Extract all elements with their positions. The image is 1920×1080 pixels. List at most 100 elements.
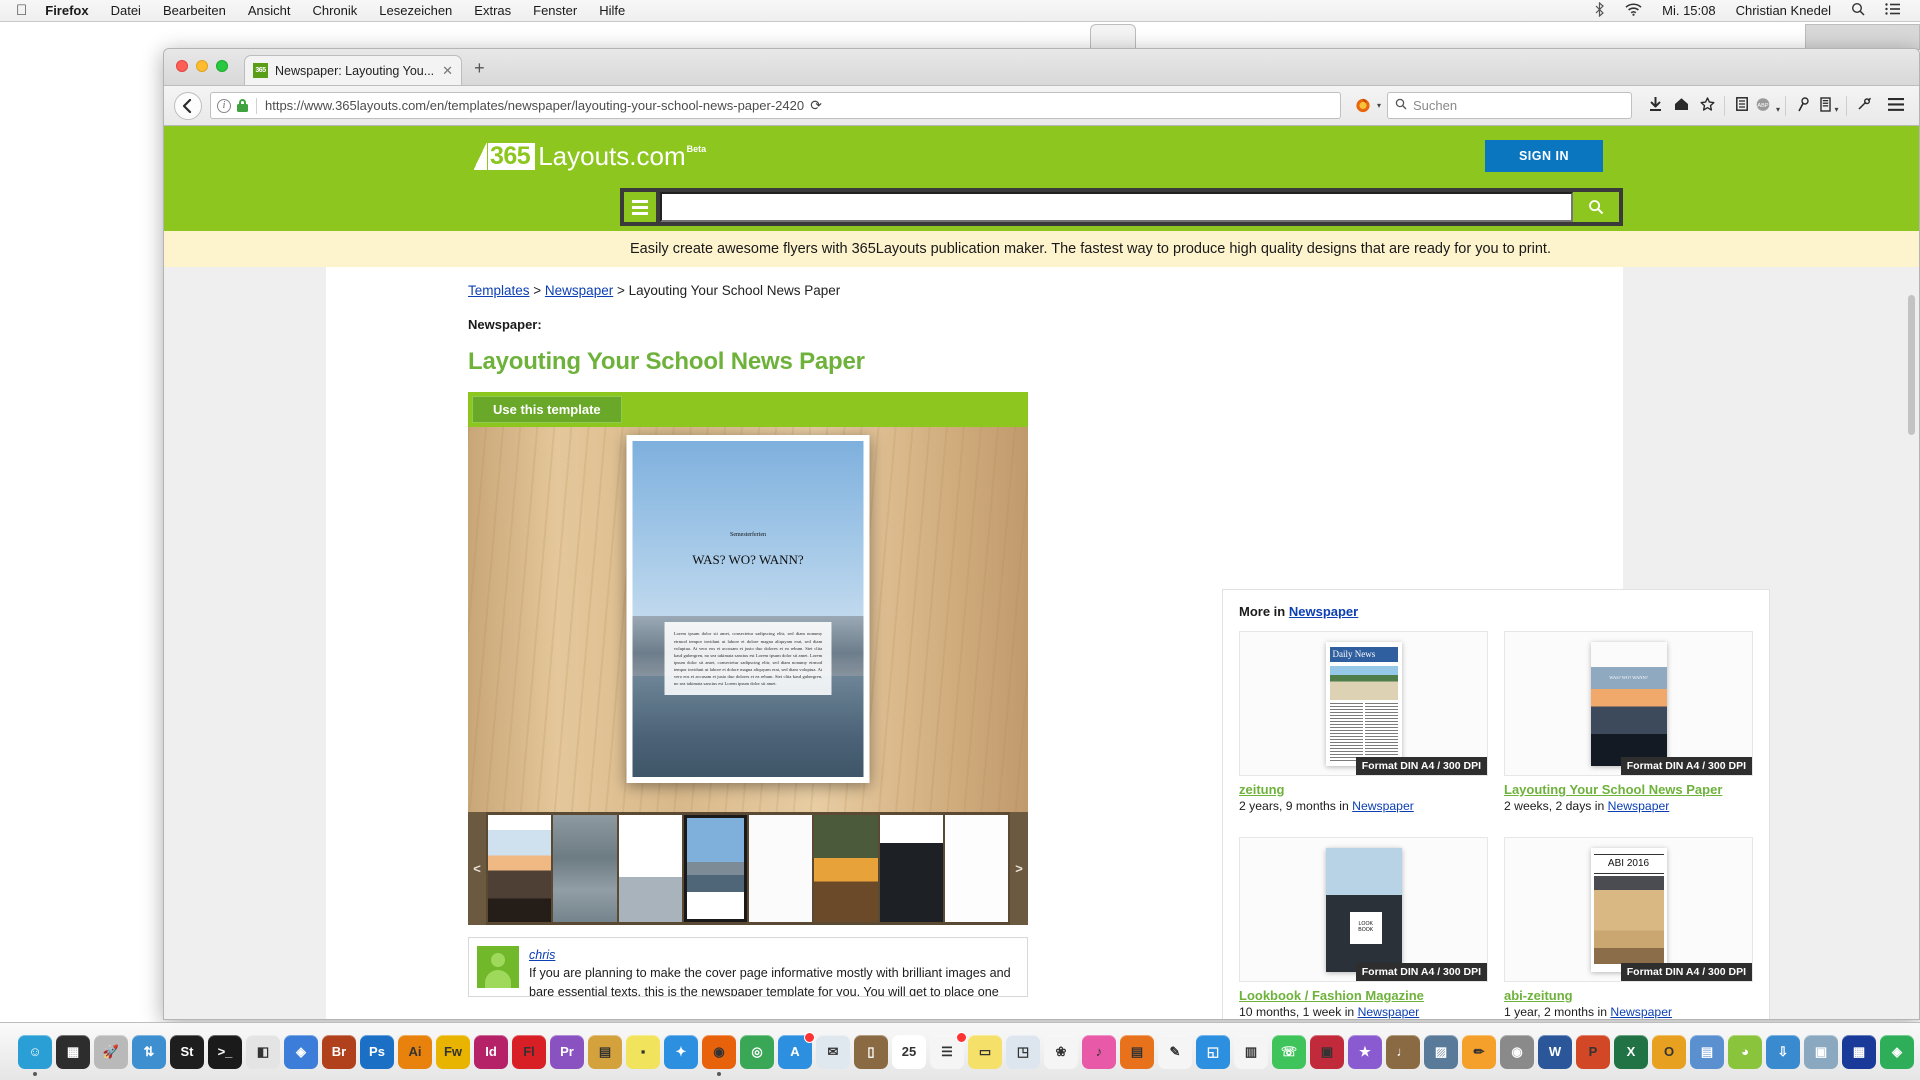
dock-item-adobe-indesign[interactable]: Id <box>474 1034 508 1069</box>
template-card-lookbook[interactable]: LOOK BOOK Format DIN A4 / 300 DPI Lookbo… <box>1239 837 1488 1019</box>
browser-tab[interactable]: 365 Newspaper: Layouting You... ✕ <box>244 55 463 85</box>
carousel-thumb-3[interactable] <box>618 815 682 922</box>
background-window-peek-2[interactable] <box>1805 24 1920 50</box>
menu-datei[interactable]: Datei <box>111 3 141 18</box>
carousel-thumb-8[interactable] <box>944 815 1008 922</box>
breadcrumb-templates-link[interactable]: Templates <box>468 283 530 298</box>
dock-item-microsoft-word[interactable]: W <box>1538 1034 1572 1069</box>
dock-item-notes[interactable]: ▭ <box>968 1034 1002 1069</box>
carousel-thumb-1[interactable] <box>488 815 552 922</box>
menu-extras[interactable]: Extras <box>474 3 511 18</box>
template-category-link[interactable]: Newspaper <box>1352 799 1414 813</box>
dock-item-imovie[interactable]: ★ <box>1348 1034 1382 1069</box>
use-this-template-button[interactable]: Use this template <box>472 396 622 423</box>
dock-item-microsoft-powerpoint[interactable]: P <box>1576 1034 1610 1069</box>
menu-chronik[interactable]: Chronik <box>312 3 357 18</box>
dock-item-facetime[interactable]: ☏ <box>1272 1034 1306 1069</box>
download-icon[interactable] <box>1642 96 1668 114</box>
dock-item-reminders[interactable]: ☰ <box>930 1031 967 1069</box>
dock-item-messenger[interactable]: ◕ <box>1728 1034 1762 1069</box>
dock-item-photos[interactable]: ❀ <box>1044 1034 1078 1069</box>
template-name[interactable]: zeitung <box>1239 782 1488 797</box>
dock-item-adobe-flash[interactable]: Fl <box>512 1034 546 1069</box>
carousel-thumb-5[interactable] <box>749 815 813 922</box>
template-preview[interactable]: Semesterferien WAS? WO? WANN? Lorem ipsu… <box>468 427 1028 812</box>
template-card-layouting[interactable]: WAS? WO? WANN? Format DIN A4 / 300 DPI L… <box>1504 631 1753 813</box>
dock-item-stickies[interactable]: ▪ <box>626 1034 660 1069</box>
dock-item-calculator[interactable]: ▤ <box>588 1034 622 1069</box>
sign-in-button[interactable]: SIGN IN <box>1485 140 1603 172</box>
template-name[interactable]: Layouting Your School News Paper <box>1504 782 1753 797</box>
star-icon[interactable] <box>1694 97 1720 114</box>
new-tab-button[interactable]: + <box>474 58 485 79</box>
dock-item-safari[interactable]: ✦ <box>664 1034 698 1069</box>
dock-item-photo-booth[interactable]: ▣ <box>1310 1034 1344 1069</box>
site-search-submit-icon[interactable] <box>1573 192 1619 222</box>
bluetooth-icon[interactable] <box>1594 1 1605 20</box>
menu-lesezeichen[interactable]: Lesezeichen <box>379 3 452 18</box>
template-card-abizeitung[interactable]: ABI 2016 Format DIN A4 / 300 DPI abi-zei… <box>1504 837 1753 1019</box>
site-menu-toggle-icon[interactable] <box>624 192 656 222</box>
dock-item-image-capture[interactable]: ▨ <box>1424 1034 1458 1069</box>
dock-item-cinema-4d[interactable]: ◧ <box>246 1034 280 1069</box>
dock-item-transmit[interactable]: ⇅ <box>132 1034 166 1069</box>
dock-item-adobe-fireworks[interactable]: Fw <box>436 1034 470 1069</box>
menu-ansicht[interactable]: Ansicht <box>248 3 291 18</box>
dock-item-mail[interactable]: ✉ <box>816 1034 850 1069</box>
dock-item-numbers[interactable]: ▥ <box>1234 1034 1268 1069</box>
dock-item-app-store[interactable]: A <box>778 1031 815 1069</box>
reload-button[interactable]: ⟳ <box>804 97 828 114</box>
menu-fenster[interactable]: Fenster <box>533 3 577 18</box>
firefox-account-icon[interactable]: ▾ <box>1355 97 1381 114</box>
dock-item-mission-control[interactable]: ▦ <box>56 1034 90 1069</box>
browser-search-bar[interactable]: Suchen <box>1387 92 1632 119</box>
dock-item-launchpad[interactable]: 🚀 <box>94 1034 128 1069</box>
template-card-zeitung[interactable]: Daily News Format DIN A4 / 300 DPI zeitu… <box>1239 631 1488 813</box>
carousel-thumb-4-selected[interactable] <box>683 815 747 922</box>
dock-item-microsoft-excel[interactable]: X <box>1614 1034 1648 1069</box>
menu-firefox[interactable]: Firefox <box>45 3 88 18</box>
dock-item-contacts[interactable]: ▯ <box>854 1034 888 1069</box>
template-category-link[interactable]: Newspaper <box>1608 799 1670 813</box>
control-center-list-icon[interactable] <box>1885 3 1900 18</box>
template-category-link[interactable]: Newspaper <box>1610 1005 1672 1019</box>
dock-item-microsoft-onenote[interactable]: ▤ <box>1690 1034 1724 1069</box>
background-window-peek[interactable] <box>1090 24 1136 50</box>
menu-bearbeiten[interactable]: Bearbeiten <box>163 3 226 18</box>
breadcrumb-newspaper-link[interactable]: Newspaper <box>545 283 613 298</box>
zoom-window-button[interactable] <box>216 60 228 72</box>
menu-hilfe[interactable]: Hilfe <box>599 3 625 18</box>
dock-item-adobe-illustrator[interactable]: Ai <box>398 1034 432 1069</box>
carousel-thumb-2[interactable] <box>553 815 617 922</box>
site-info-icon[interactable]: i <box>217 98 231 113</box>
minimize-window-button[interactable] <box>196 60 208 72</box>
dock-item-finder[interactable]: ☺ <box>18 1034 52 1076</box>
dock-item-firefox[interactable]: ◉ <box>702 1034 736 1076</box>
dock-item-sketch[interactable]: ◈ <box>284 1034 318 1069</box>
dock-item-sublime-text[interactable]: St <box>170 1034 204 1069</box>
menubar-username[interactable]: Christian Knedel <box>1736 3 1831 18</box>
page-scrollbar[interactable] <box>1908 267 1917 1019</box>
sync-icon[interactable] <box>1851 97 1877 114</box>
dock-item-remote-desktop[interactable]: ▣ <box>1804 1034 1838 1069</box>
more-in-category-link[interactable]: Newspaper <box>1289 604 1358 619</box>
dock-item-downloader[interactable]: ⇩ <box>1766 1034 1800 1069</box>
address-bar[interactable]: i https://www.365layouts.com/en/template… <box>210 92 1341 119</box>
dock-item-itunes[interactable]: ♪ <box>1082 1034 1116 1069</box>
close-window-button[interactable] <box>176 60 188 72</box>
dock-item-adobe-premiere[interactable]: Pr <box>550 1034 584 1069</box>
dock-item-terminal[interactable]: >_ <box>208 1034 242 1069</box>
apple-logo-icon[interactable]:  <box>16 3 27 18</box>
dock-item-textedit[interactable]: ✎ <box>1158 1034 1192 1069</box>
dock-item-preview[interactable]: ◳ <box>1006 1034 1040 1069</box>
container-icon[interactable]: ▾ <box>1816 96 1842 115</box>
carousel-thumb-7[interactable] <box>879 815 943 922</box>
dock-item-google-chrome[interactable]: ◎ <box>740 1034 774 1069</box>
wifi-icon[interactable] <box>1625 2 1642 19</box>
dock-item-garageband[interactable]: ♩ <box>1386 1034 1420 1069</box>
scrollbar-thumb[interactable] <box>1908 295 1915 435</box>
search-icon[interactable] <box>1851 2 1865 19</box>
browser-menu-icon[interactable] <box>1883 96 1909 116</box>
template-name[interactable]: Lookbook / Fashion Magazine <box>1239 988 1488 1003</box>
dock-item-keynote[interactable]: ◱ <box>1196 1034 1230 1069</box>
